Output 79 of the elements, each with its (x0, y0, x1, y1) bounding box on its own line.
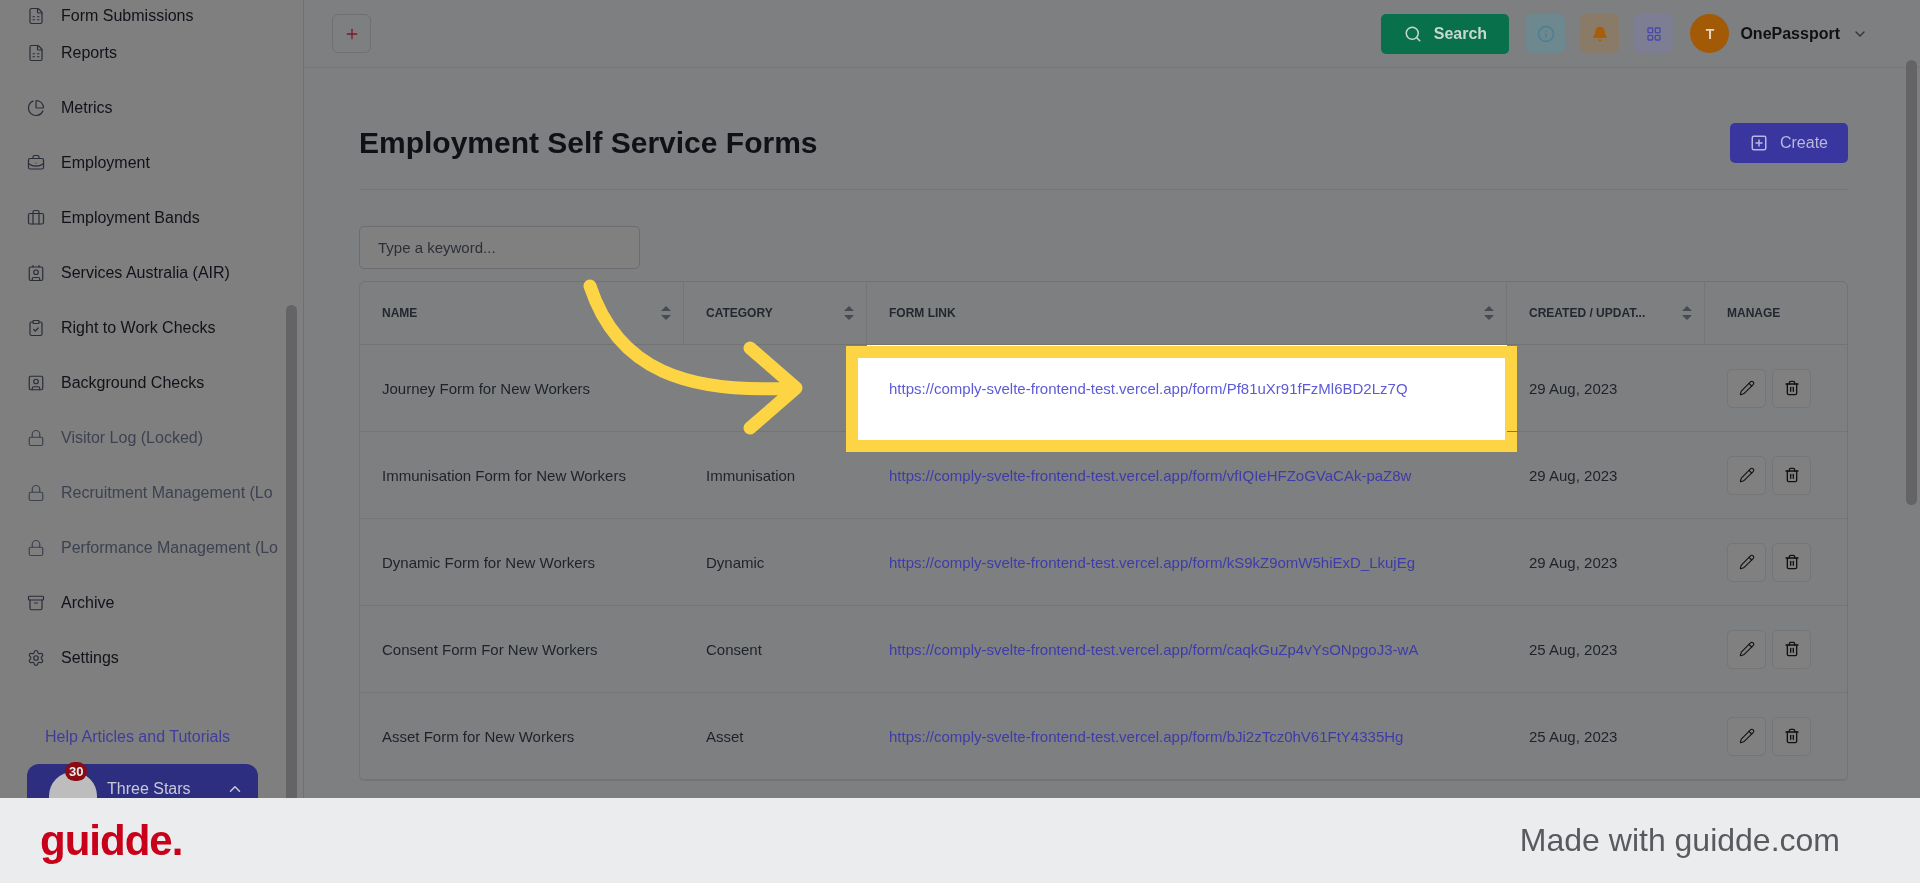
search-field[interactable]: Type a keyword... (359, 226, 640, 269)
edit-button[interactable] (1727, 716, 1766, 756)
table-cell: 25 Aug, 2023 (1507, 606, 1705, 693)
table-cell: 29 Aug, 2023 (1507, 345, 1705, 432)
edit-button[interactable] (1727, 542, 1766, 582)
user-menu[interactable]: OnePassport (1740, 24, 1868, 43)
pencil-icon (1738, 554, 1755, 570)
promo-title: Three Stars (107, 780, 192, 798)
edit-button[interactable] (1727, 368, 1766, 408)
table-cell: Dynamic (684, 519, 867, 606)
sidebar-item[interactable]: Background Checks (0, 355, 283, 410)
pencil-icon (1738, 728, 1755, 744)
column-header[interactable]: CREATED / UPDAT... (1507, 282, 1705, 345)
table-cell: Immunisation (684, 432, 867, 519)
sidebar-item[interactable]: Performance Management (Lo (0, 520, 283, 575)
promo-card[interactable]: 30 Three Stars (27, 764, 258, 798)
delete-button[interactable] (1772, 542, 1811, 582)
info-icon (1536, 24, 1555, 43)
create-button[interactable]: Create (1730, 122, 1848, 163)
pencil-icon (1738, 641, 1755, 657)
table-cell: Immunisation Form for New Workers (360, 432, 684, 519)
scrollbar[interactable] (286, 305, 297, 798)
table-cell: 29 Aug, 2023 (1507, 432, 1705, 519)
table-cell: 25 Aug, 2023 (1507, 693, 1705, 780)
edit-button[interactable] (1727, 455, 1766, 495)
sidebar-item[interactable]: Employment (0, 135, 283, 190)
grid-button[interactable] (1634, 14, 1674, 53)
user-avatar[interactable]: T (1690, 14, 1730, 53)
sort-icon[interactable] (661, 306, 671, 320)
table-cell: Consent Form For New Workers (360, 606, 684, 693)
footer-tagline: Made with guidde.com (1519, 822, 1840, 859)
table-cell: Consent (684, 606, 867, 693)
search-button[interactable]: Search (1381, 13, 1510, 54)
form-link[interactable]: https://comply-svelte-frontend-test.vercel.app/form/Pf81uXr91fFzMl6BD2Lz7Q (889, 379, 1408, 397)
table-cell: Journey Form for New Workers (360, 345, 684, 432)
sort-icon[interactable] (844, 306, 854, 320)
trash-icon (1783, 467, 1800, 483)
pencil-icon (1738, 467, 1755, 483)
trash-icon (1783, 641, 1800, 657)
column-header: MANAGE (1705, 282, 1847, 345)
plus-icon (1750, 133, 1768, 152)
scrollbar[interactable] (1906, 60, 1917, 505)
sidebar-item[interactable]: Form Submissions (0, 0, 283, 25)
trash-icon (1783, 728, 1800, 744)
delete-button[interactable] (1772, 716, 1811, 756)
sidebar-item[interactable]: Visitor Log (Locked) (0, 410, 283, 465)
sidebar-item[interactable]: Metrics (0, 80, 283, 135)
grid-icon (1645, 25, 1662, 42)
lock-icon (27, 428, 45, 447)
sidebar-item[interactable]: Archive (0, 575, 283, 630)
table-cell: Asset Form for New Workers (360, 693, 684, 780)
sort-icon[interactable] (1484, 306, 1494, 320)
brand-logo: guidde. (40, 816, 183, 865)
sidebar-item[interactable]: Reports (0, 25, 283, 80)
column-header[interactable]: CATEGORY (684, 282, 867, 345)
table-cell: Asset (684, 693, 867, 780)
sort-icon[interactable] (1682, 306, 1692, 320)
table-cell: 29 Aug, 2023 (1507, 519, 1705, 606)
add-button[interactable] (332, 14, 371, 53)
column-header[interactable]: NAME (360, 282, 684, 345)
sidebar-item[interactable]: Services Australia (AIR) (0, 245, 283, 300)
delete-button[interactable] (1772, 368, 1811, 408)
page-title: Employment Self Service Forms (359, 125, 818, 160)
count-badge: 30 (65, 762, 88, 781)
bell-icon (1591, 25, 1608, 42)
delete-button[interactable] (1772, 455, 1811, 495)
trash-icon (1783, 554, 1800, 570)
sidebar-item[interactable]: Right to Work Checks (0, 300, 283, 355)
edit-button[interactable] (1727, 629, 1766, 669)
sidebar-item[interactable]: Settings (0, 630, 283, 685)
trash-icon (1783, 380, 1800, 396)
lock-icon (27, 538, 45, 557)
delete-button[interactable] (1772, 629, 1811, 669)
sidebar-item[interactable]: Recruitment Management (Lo (0, 465, 283, 520)
pencil-icon (1738, 380, 1755, 396)
table-cell: Dynamic Form for New Workers (360, 519, 684, 606)
lock-icon (27, 483, 45, 502)
sidebar-item[interactable]: Employment Bands (0, 190, 283, 245)
search-icon (1403, 24, 1422, 43)
